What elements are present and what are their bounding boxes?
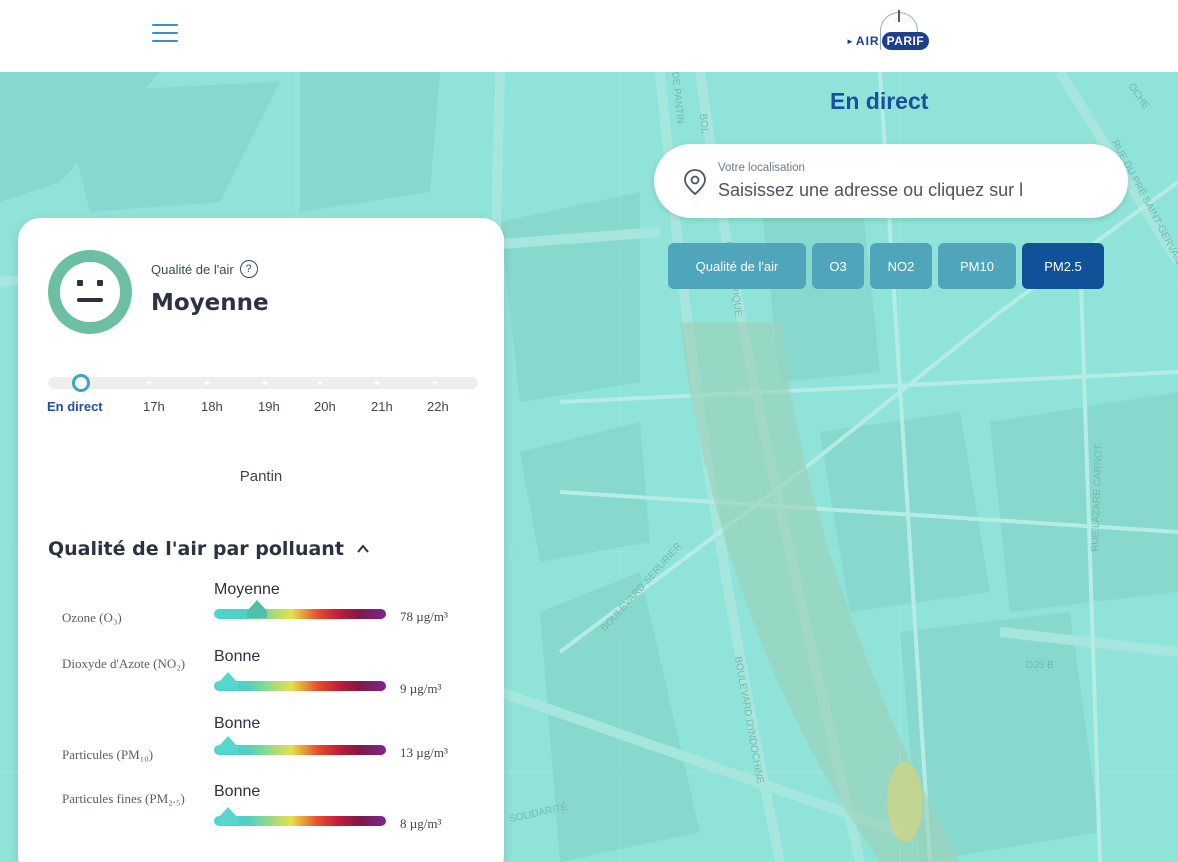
pollutant-name: Ozone (O₃)	[62, 610, 122, 625]
airparif-logo[interactable]: ► AIR PARIF	[846, 10, 942, 60]
time-slider-handle[interactable]	[72, 374, 90, 392]
logo-arrow-icon: ►	[846, 36, 854, 46]
pollutant-value: 13 µg/m³	[400, 745, 448, 760]
tab-no2[interactable]: NO2	[870, 243, 932, 289]
pollutant-name: Particules (PM₁₀)	[62, 747, 154, 762]
pollutant-value: 78 µg/m³	[400, 609, 448, 624]
location-name: Pantin	[239, 468, 283, 485]
pollutant-rating: Bonne	[214, 648, 261, 665]
tab-o3[interactable]: O3	[812, 243, 864, 289]
time-tick	[433, 381, 437, 385]
pollutant-scale-bar	[214, 745, 386, 755]
pollutant-rating: Bonne	[214, 783, 261, 800]
logo-text: ► AIR PARIF	[846, 32, 930, 50]
logo-needle	[898, 10, 900, 22]
logo-air: AIR	[855, 34, 880, 48]
tab-pm10[interactable]: PM10	[938, 243, 1016, 289]
time-slider[interactable]	[48, 377, 478, 389]
time-label-22h[interactable]: 22h	[427, 399, 449, 414]
section-title: Qualité de l'air par polluant	[48, 538, 344, 560]
tab-air-quality[interactable]: Qualité de l'air	[668, 243, 806, 289]
pollutant-row-o3: Moyenne Ozone (O₃) 78 µg/m³	[18, 581, 504, 641]
time-tick	[147, 381, 151, 385]
quality-value: Moyenne	[151, 290, 269, 316]
time-label-18h[interactable]: 18h	[201, 399, 223, 414]
pollutant-value: 9 µg/m³	[400, 681, 442, 696]
time-label-17h[interactable]: 17h	[143, 399, 165, 414]
time-tick	[318, 381, 322, 385]
page-title: En direct	[830, 88, 929, 114]
search-label: Votre localisation	[718, 162, 805, 174]
neutral-face-icon	[48, 250, 132, 334]
time-labels: En direct 17h 18h 19h 20h 21h 22h	[47, 399, 487, 419]
time-label-20h[interactable]: 20h	[314, 399, 336, 414]
pollutant-rating: Moyenne	[214, 581, 280, 598]
pollutant-row-pm25: Bonne Particules fines (PM₂.₅) 8 µg/m³	[18, 783, 504, 843]
location-search[interactable]: Votre localisation	[654, 144, 1128, 218]
time-tick	[375, 381, 379, 385]
pollutant-row-no2: Bonne Dioxyde d'Azote (NO₂) 9 µg/m³	[18, 648, 504, 708]
pollutant-row-pm10: Bonne Particules (PM₁₀) 13 µg/m³	[18, 715, 504, 775]
pollutant-section-toggle[interactable]: Qualité de l'air par polluant	[48, 538, 370, 560]
level-marker-icon	[217, 807, 238, 825]
pollutant-scale-bar	[214, 816, 386, 826]
quality-label: Qualité de l'air	[151, 261, 234, 277]
street-label: BOL	[697, 113, 710, 134]
street-label: D35 B	[1026, 660, 1054, 671]
location-pin-icon	[684, 169, 706, 196]
street-label: OCHE	[1126, 81, 1152, 111]
pollutant-value: 8 µg/m³	[400, 816, 442, 831]
pollutant-scale-bar	[214, 681, 386, 691]
tab-pm25[interactable]: PM2.5	[1022, 243, 1104, 289]
pollutant-name: Particules fines (PM₂.₅)	[62, 791, 185, 806]
pollutant-rating: Bonne	[214, 715, 261, 732]
level-marker-icon	[217, 736, 238, 754]
time-label-live[interactable]: En direct	[47, 399, 103, 414]
time-label-21h[interactable]: 21h	[371, 399, 393, 414]
time-tick	[263, 381, 267, 385]
street-label: BOULEVARD D'INDOCHINE	[732, 656, 765, 785]
logo-parif: PARIF	[881, 32, 930, 50]
pollutant-name: Dioxyde d'Azote (NO₂)	[62, 656, 186, 671]
quality-label-row: Qualité de l'air ?	[151, 260, 258, 278]
search-input[interactable]	[718, 180, 1078, 201]
level-marker-icon	[247, 600, 267, 618]
time-tick	[205, 381, 209, 385]
app-header: ► AIR PARIF	[0, 0, 1178, 72]
air-quality-panel: Qualité de l'air ? Moyenne En direct 17h…	[18, 218, 504, 862]
level-marker-icon	[217, 672, 238, 690]
chevron-up-icon	[357, 544, 369, 553]
street-label: DE PANTIN	[669, 72, 685, 125]
hamburger-icon[interactable]	[152, 24, 178, 44]
pollutant-scale-bar	[214, 609, 386, 619]
time-label-19h[interactable]: 19h	[258, 399, 280, 414]
pollutant-tabs: Qualité de l'air O3 NO2 PM10 PM2.5	[668, 243, 1104, 289]
help-icon[interactable]: ?	[239, 260, 258, 278]
